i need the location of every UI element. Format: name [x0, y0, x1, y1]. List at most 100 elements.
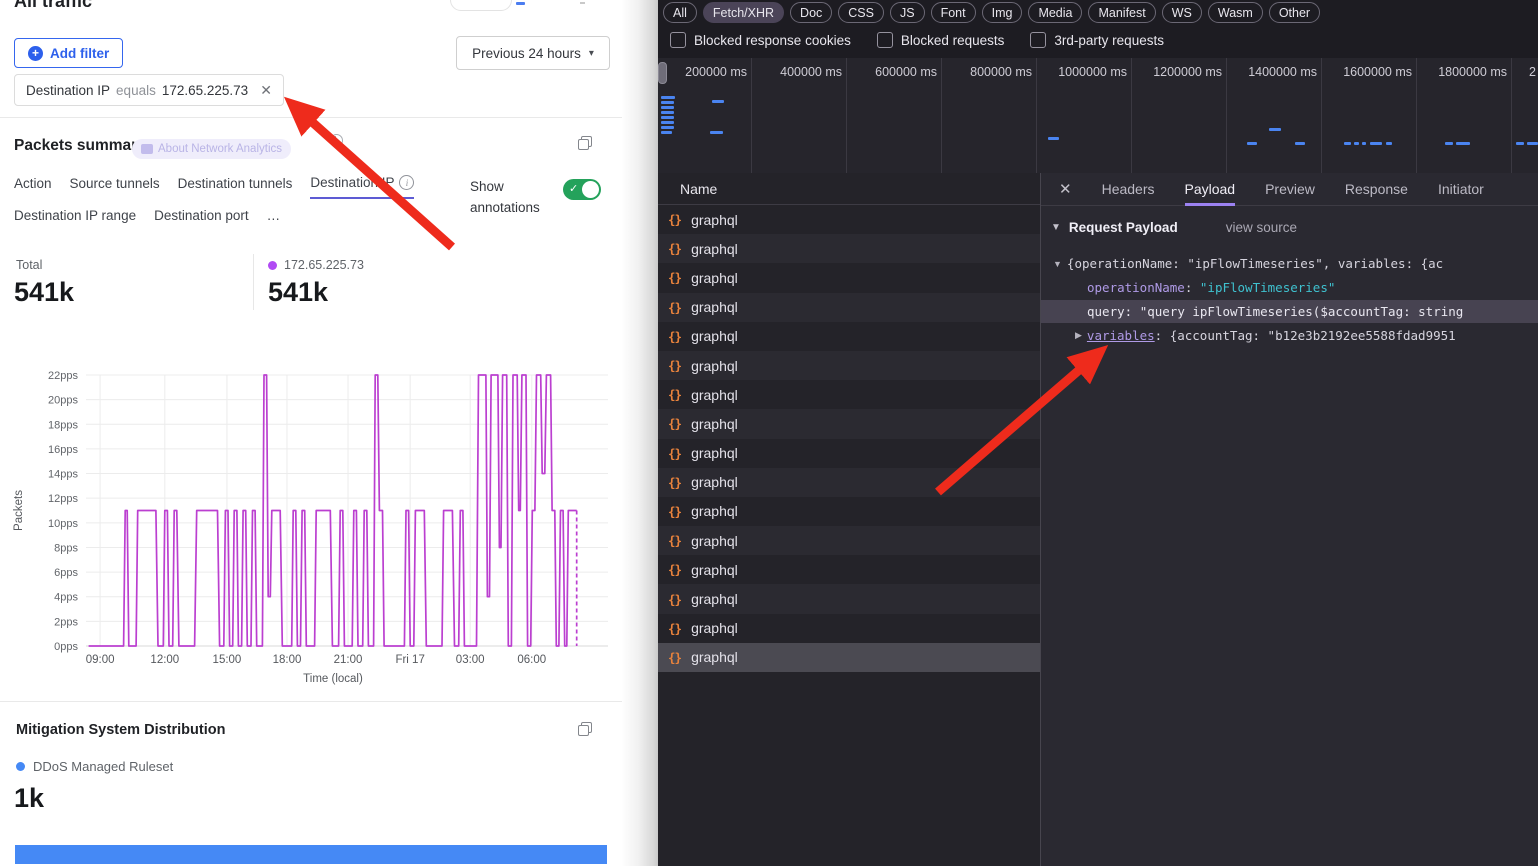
filter-chip[interactable]: Destination IP equals 172.65.225.73 ✕ — [14, 74, 284, 106]
payload-line[interactable]: operationName: "ipFlowTimeseries" — [1041, 276, 1538, 299]
payload-line[interactable]: ▶variables: {accountTag: "b12e3b2192ee55… — [1041, 324, 1538, 347]
request-name: graphql — [691, 270, 738, 286]
timeline-tick-label: 1000000 ms — [1041, 65, 1127, 79]
network-row-graphql[interactable]: {}graphql — [658, 614, 1040, 643]
tab--[interactable]: … — [267, 208, 281, 230]
copy-panel-icon[interactable] — [578, 722, 592, 736]
tab-source-tunnels[interactable]: Source tunnels — [70, 175, 160, 199]
network-row-graphql[interactable]: {}graphql — [658, 555, 1040, 584]
timeline-gridline — [941, 58, 942, 173]
screenshot-root: All traffic + Add filter Previous 24 hou… — [0, 0, 1538, 866]
network-row-graphql[interactable]: {}graphql — [658, 380, 1040, 409]
json-resource-icon: {} — [668, 329, 681, 344]
network-row-graphql[interactable]: {}graphql — [658, 584, 1040, 613]
svg-text:09:00: 09:00 — [86, 654, 115, 666]
tab-payload[interactable]: Payload — [1185, 173, 1236, 206]
tab-destination-tunnels[interactable]: Destination tunnels — [178, 175, 293, 199]
network-row-graphql[interactable]: {}graphql — [658, 439, 1040, 468]
filter-pill-ws[interactable]: WS — [1162, 2, 1202, 23]
add-filter-button[interactable]: + Add filter — [14, 38, 123, 68]
network-row-graphql[interactable]: {}graphql — [658, 526, 1040, 555]
filter-pill-media[interactable]: Media — [1028, 2, 1082, 23]
filter-pill-doc[interactable]: Doc — [790, 2, 832, 23]
network-row-graphql[interactable]: {} graphql — [658, 293, 1040, 322]
request-name: graphql — [691, 562, 738, 578]
caret-right-icon[interactable]: ▶ — [1075, 330, 1082, 341]
payload-colon: : — [1185, 280, 1200, 295]
network-row-graphql[interactable]: {}graphql — [658, 322, 1040, 351]
filter-pill-all[interactable]: All — [663, 2, 697, 23]
tab-headers[interactable]: Headers — [1102, 173, 1155, 206]
packets-tabs-row1: Action Source tunnels Destination tunnels D… — [14, 175, 414, 199]
timeline-gridline — [1036, 58, 1037, 173]
name-header-label: Name — [680, 181, 717, 197]
caret-down-icon[interactable]: ▼ — [1053, 259, 1062, 269]
copy-panel-icon[interactable] — [578, 136, 592, 150]
remove-filter-icon[interactable]: ✕ — [260, 82, 272, 99]
filter-pill-font[interactable]: Font — [931, 2, 976, 23]
timeline-tick-label-partial: 2 — [1529, 65, 1538, 79]
show-annotations-toggle[interactable]: ✓ — [563, 179, 601, 200]
request-name: graphql — [691, 299, 738, 315]
tab-destination-port[interactable]: Destination port — [154, 208, 249, 230]
checkbox-3rd-party-requests[interactable]: 3rd-party requests — [1030, 32, 1164, 48]
payload-preview-text: {operationName: "ipFlowTimeseries", vari… — [1067, 256, 1443, 271]
request-payload-title: Request Payload — [1069, 220, 1178, 235]
timeline-request-mark — [661, 126, 674, 129]
timeline-request-mark — [1247, 142, 1257, 145]
info-icon[interactable]: i — [399, 175, 414, 190]
network-row-graphql[interactable]: {}graphql — [658, 643, 1040, 672]
json-resource-icon: {} — [668, 212, 681, 227]
payload-line[interactable]: ▼ {operationName: "ipFlowTimeseries", var… — [1041, 252, 1538, 275]
svg-text:03:00: 03:00 — [456, 654, 485, 666]
mitigation-value: 1k — [14, 783, 44, 814]
network-row-graphql[interactable]: {}graphql — [658, 468, 1040, 497]
tab-destination-ip[interactable]: Destination IPi — [310, 175, 414, 199]
about-network-analytics-badge[interactable]: About Network Analytics — [132, 139, 291, 159]
clipped-top-accent — [516, 2, 525, 5]
tab-destination-ip-range[interactable]: Destination IP range — [14, 208, 136, 230]
payload-line[interactable]: query: "query ipFlowTimeseries($accountT… — [1041, 300, 1538, 323]
tab-initiator[interactable]: Initiator — [1438, 173, 1484, 206]
name-column-header[interactable]: Name — [658, 173, 1040, 205]
network-row-graphql[interactable]: {}graphql — [658, 234, 1040, 263]
time-range-dropdown[interactable]: Previous 24 hours ▾ — [456, 36, 610, 70]
svg-text:12:00: 12:00 — [150, 654, 179, 666]
tab-action[interactable]: Action — [14, 175, 52, 199]
close-icon[interactable]: ✕ — [1059, 180, 1072, 198]
checkbox-blocked-response-cookies[interactable]: Blocked response cookies — [670, 32, 851, 48]
json-resource-icon: {} — [668, 300, 681, 315]
checkbox-icon — [1030, 32, 1046, 48]
network-row-graphql[interactable]: {}graphql — [658, 205, 1040, 234]
filter-pill-fetch-xhr[interactable]: Fetch/XHR — [703, 2, 784, 23]
filter-pill-other[interactable]: Other — [1269, 2, 1320, 23]
packets-timeseries-chart[interactable]: 0pps2pps4pps6pps8pps10pps12pps14pps16pps… — [0, 360, 622, 690]
json-resource-icon: {} — [668, 592, 681, 607]
packets-summary-title: Packets summary — [14, 137, 146, 155]
tab-preview[interactable]: Preview — [1265, 173, 1315, 206]
svg-text:18pps: 18pps — [48, 419, 78, 431]
network-row-graphql[interactable]: {}graphql — [658, 409, 1040, 438]
view-source-link[interactable]: view source — [1226, 220, 1297, 235]
network-row-graphql[interactable]: {}graphql — [658, 497, 1040, 526]
filter-pill-css[interactable]: CSS — [838, 2, 884, 23]
legend-label: DDoS Managed Ruleset — [33, 759, 173, 774]
timeline-request-mark — [661, 111, 674, 114]
checkbox-label: 3rd-party requests — [1054, 33, 1164, 48]
filter-pill-wasm[interactable]: Wasm — [1208, 2, 1263, 23]
panel-scroll-gutter[interactable] — [622, 0, 658, 866]
tab-response[interactable]: Response — [1345, 173, 1408, 206]
request-name: graphql — [691, 620, 738, 636]
network-row-graphql[interactable]: {}graphql — [658, 351, 1040, 380]
network-row-graphql[interactable]: {}graphql — [658, 263, 1040, 292]
timeline-request-mark — [710, 131, 723, 134]
filter-pill-manifest[interactable]: Manifest — [1088, 2, 1155, 23]
svg-text:14pps: 14pps — [48, 469, 78, 481]
filter-pill-js[interactable]: JS — [890, 2, 925, 23]
collapse-caret-icon[interactable]: ▼ — [1051, 222, 1061, 233]
tab-label: Source tunnels — [70, 176, 160, 191]
network-overview-timeline[interactable]: 200000 ms400000 ms600000 ms800000 ms1000… — [658, 58, 1538, 174]
filter-pill-img[interactable]: Img — [982, 2, 1023, 23]
checkbox-blocked-requests[interactable]: Blocked requests — [877, 32, 1005, 48]
request-name: graphql — [691, 416, 738, 432]
